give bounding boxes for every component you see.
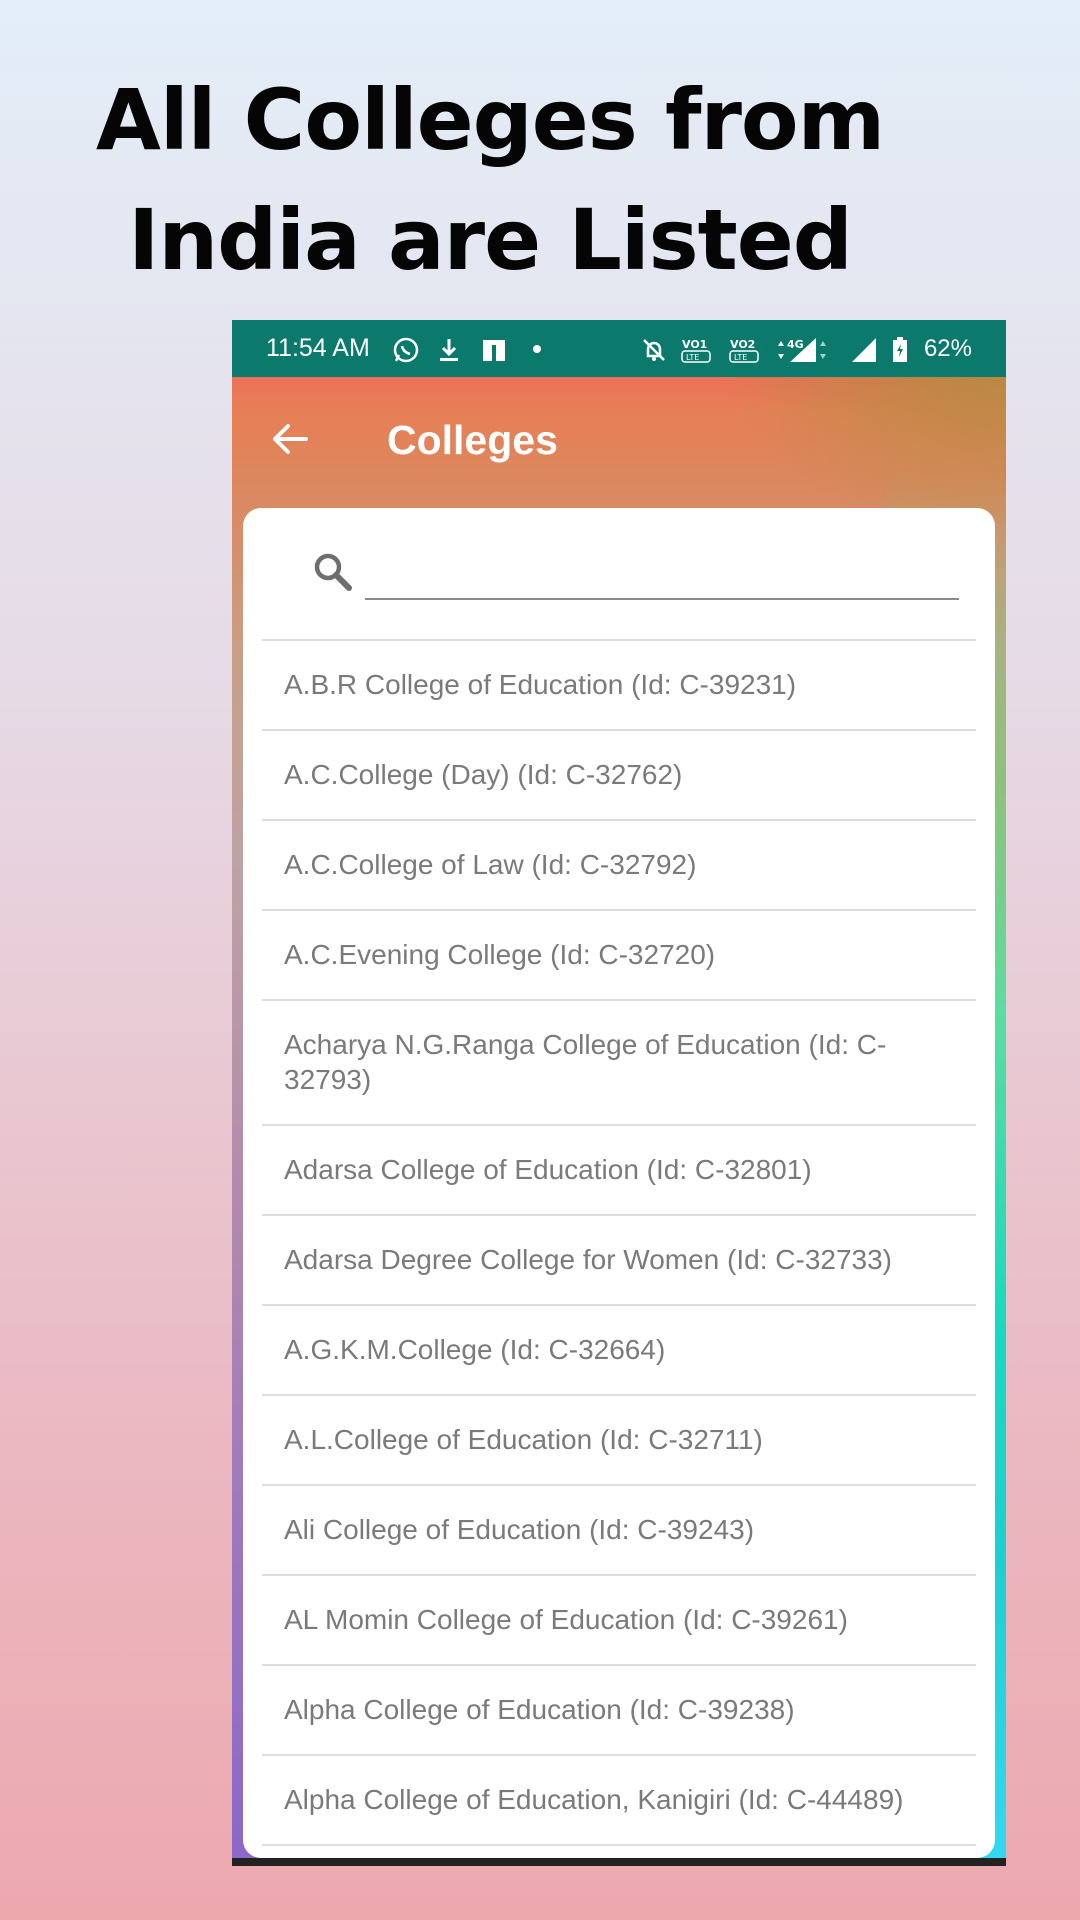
college-list-item[interactable]: A.G.K.M.College (Id: C-32664) <box>262 1306 976 1396</box>
volte2-icon: VO2 LTE <box>728 336 762 363</box>
svg-text:LTE: LTE <box>734 353 747 362</box>
college-list-item[interactable]: A.C.College of Law (Id: C-32792) <box>262 821 976 911</box>
app-bar: Colleges <box>232 377 1006 507</box>
whatsapp-icon <box>392 336 419 362</box>
college-list-item[interactable]: Adarsa College of Education (Id: C-32801… <box>262 1126 976 1216</box>
bell-off-icon <box>640 336 666 362</box>
dot-icon <box>524 336 550 362</box>
navigation-bar-edge <box>232 1858 1006 1866</box>
status-time: 11:54 AM <box>266 334 370 362</box>
college-list-item[interactable]: Acharya N.G.Ranga College of Education (… <box>262 1001 976 1126</box>
volte1-icon: VO1 LTE <box>680 336 714 363</box>
college-list-item[interactable]: Alpha Degree College (Id: C-32797) <box>262 1846 976 1858</box>
svg-text:VO1: VO1 <box>682 338 707 351</box>
search-row <box>243 508 995 639</box>
college-list: A.B.R College of Education (Id: C-39231)… <box>262 639 976 1858</box>
phone-screen: 11:54 AM VO1 LTE VO2 LTE 4G 62% Colleges… <box>232 320 1006 1866</box>
svg-text:VO2: VO2 <box>730 338 755 351</box>
college-list-card: A.B.R College of Education (Id: C-39231)… <box>243 508 995 1858</box>
search-icon <box>311 550 355 594</box>
college-list-item[interactable]: A.B.R College of Education (Id: C-39231) <box>262 641 976 731</box>
battery-icon <box>890 336 910 362</box>
signal-icon: 4G <box>776 336 836 362</box>
signal-2-icon <box>850 336 876 362</box>
headline-line-1: All Colleges from <box>95 71 885 169</box>
gift-icon <box>480 336 506 362</box>
college-list-item[interactable]: Alpha College of Education (Id: C-39238) <box>262 1666 976 1756</box>
status-bar: 11:54 AM VO1 LTE VO2 LTE 4G 62% <box>232 320 1006 377</box>
search-input[interactable] <box>365 548 959 600</box>
college-list-item[interactable]: A.C.College (Day) (Id: C-32762) <box>262 731 976 821</box>
headline-line-2: India are Listed <box>128 191 853 289</box>
college-list-item[interactable]: A.C.Evening College (Id: C-32720) <box>262 911 976 1001</box>
college-list-item[interactable]: Alpha College of Education, Kanigiri (Id… <box>262 1756 976 1846</box>
back-arrow-icon[interactable] <box>270 419 310 459</box>
page-title: Colleges <box>387 417 558 463</box>
battery-percent: 62% <box>923 334 972 362</box>
college-list-item[interactable]: Ali College of Education (Id: C-39243) <box>262 1486 976 1576</box>
svg-text:LTE: LTE <box>686 353 699 362</box>
college-list-item[interactable]: Adarsa Degree College for Women (Id: C-3… <box>262 1216 976 1306</box>
college-list-item[interactable]: A.L.College of Education (Id: C-32711) <box>262 1396 976 1486</box>
download-icon <box>436 336 462 362</box>
svg-text:4G: 4G <box>787 338 804 351</box>
college-list-item[interactable]: AL Momin College of Education (Id: C-392… <box>262 1576 976 1666</box>
promo-headline: All Colleges from India are Listed <box>0 60 980 300</box>
